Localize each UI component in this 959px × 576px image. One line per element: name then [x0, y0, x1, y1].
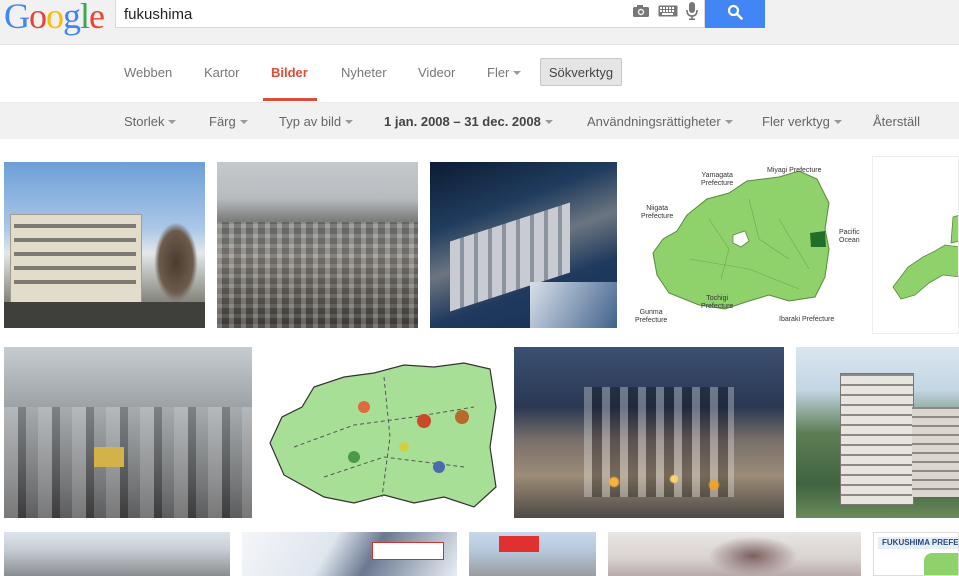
chevron-down-icon — [544, 119, 553, 124]
map-label-yamagata: Yamagata Prefecture — [701, 172, 734, 187]
search-box — [115, 0, 705, 28]
map-label-ibaraki: Ibaraki Prefecture — [779, 316, 835, 323]
prefecture-map-shape — [652, 170, 830, 310]
image-result-fukushima-banner[interactable]: FUKUSHIMA PREFE — [873, 532, 959, 576]
chevron-down-icon — [168, 119, 177, 124]
filter-size-label: Storlek — [124, 114, 165, 129]
image-result-store-building[interactable] — [469, 532, 596, 576]
filter-color-label: Färg — [209, 114, 236, 129]
tab-videos[interactable]: Videor — [418, 65, 455, 80]
image-result-japan-map[interactable] — [872, 156, 959, 334]
building-shape — [10, 214, 142, 308]
tab-more-label: Fler — [487, 65, 510, 80]
chevron-down-icon — [513, 70, 522, 75]
image-result-city-aerial[interactable] — [4, 532, 230, 576]
tab-images[interactable]: Bilder — [271, 65, 308, 80]
search-icon — [727, 4, 743, 25]
filter-more-tools-label: Fler verktyg — [762, 114, 830, 129]
banner-title: FUKUSHIMA PREFE — [878, 537, 958, 549]
map-label-pacific: Pacific Ocean — [839, 229, 860, 244]
filter-more-tools[interactable]: Fler verktyg — [762, 114, 842, 129]
map-label-gunma: Gunma Prefecture — [635, 309, 668, 324]
chevron-down-icon — [345, 119, 354, 124]
image-result-miniature-city[interactable] — [514, 347, 784, 518]
camera-icon[interactable] — [632, 4, 650, 23]
filter-type[interactable]: Typ av bild — [279, 114, 354, 129]
chevron-down-icon — [833, 119, 842, 124]
search-type-nav: Webben Kartor Bilder Nyheter Videor Fler… — [0, 45, 959, 103]
search-button[interactable] — [705, 0, 765, 28]
search-tools-button[interactable]: Sökverktyg — [540, 58, 622, 86]
filter-date-range-label: 1 jan. 2008 – 31 dec. 2008 — [384, 114, 541, 129]
tab-news[interactable]: Nyheter — [341, 65, 387, 80]
filter-usage-rights-label: Användningsrättigheter — [587, 114, 721, 129]
keyboard-icon[interactable] — [658, 4, 678, 22]
image-result-city-skyline[interactable] — [4, 347, 252, 518]
filter-size[interactable]: Storlek — [124, 114, 177, 129]
tab-maps[interactable]: Kartor — [204, 65, 239, 80]
chevron-down-icon — [724, 119, 733, 124]
filter-color[interactable]: Färg — [209, 114, 248, 129]
top-bar: Google — [0, 0, 959, 45]
image-result-ski-map[interactable] — [242, 532, 457, 576]
tab-more[interactable]: Fler — [487, 65, 522, 80]
search-tools-bar: Storlek Färg Typ av bild 1 jan. 2008 – 3… — [0, 103, 959, 139]
image-result-prefecture-map[interactable]: Yamagata Prefecture Miyagi Prefecture Ni… — [629, 159, 860, 329]
microphone-icon[interactable] — [686, 1, 698, 25]
reset-filters-link[interactable]: Återställ — [873, 114, 920, 129]
map-label-miyagi: Miyagi Prefecture — [767, 167, 822, 174]
image-result-city-view[interactable] — [217, 162, 418, 328]
map-label-tochigi: Tochigi Prefecture — [701, 295, 734, 310]
japan-map-shape — [892, 215, 958, 300]
google-logo[interactable]: Google — [4, 0, 105, 34]
tab-web[interactable]: Webben — [124, 65, 172, 80]
image-result-building[interactable] — [4, 162, 205, 328]
chevron-down-icon — [239, 119, 248, 124]
image-result-power-plant[interactable] — [430, 162, 617, 328]
tourist-map-shape — [269, 362, 497, 508]
image-result-cherry-blossom[interactable] — [608, 532, 861, 576]
active-tab-indicator — [263, 98, 317, 101]
filter-usage-rights[interactable]: Användningsrättigheter — [587, 114, 733, 129]
image-result-hotel[interactable] — [796, 347, 959, 518]
map-label-niigata: Niigata Prefecture — [641, 205, 674, 220]
search-input[interactable] — [124, 4, 614, 24]
filter-type-label: Typ av bild — [279, 114, 342, 129]
filter-date-range[interactable]: 1 jan. 2008 – 31 dec. 2008 — [384, 114, 553, 129]
image-result-tourist-map[interactable] — [264, 347, 502, 518]
